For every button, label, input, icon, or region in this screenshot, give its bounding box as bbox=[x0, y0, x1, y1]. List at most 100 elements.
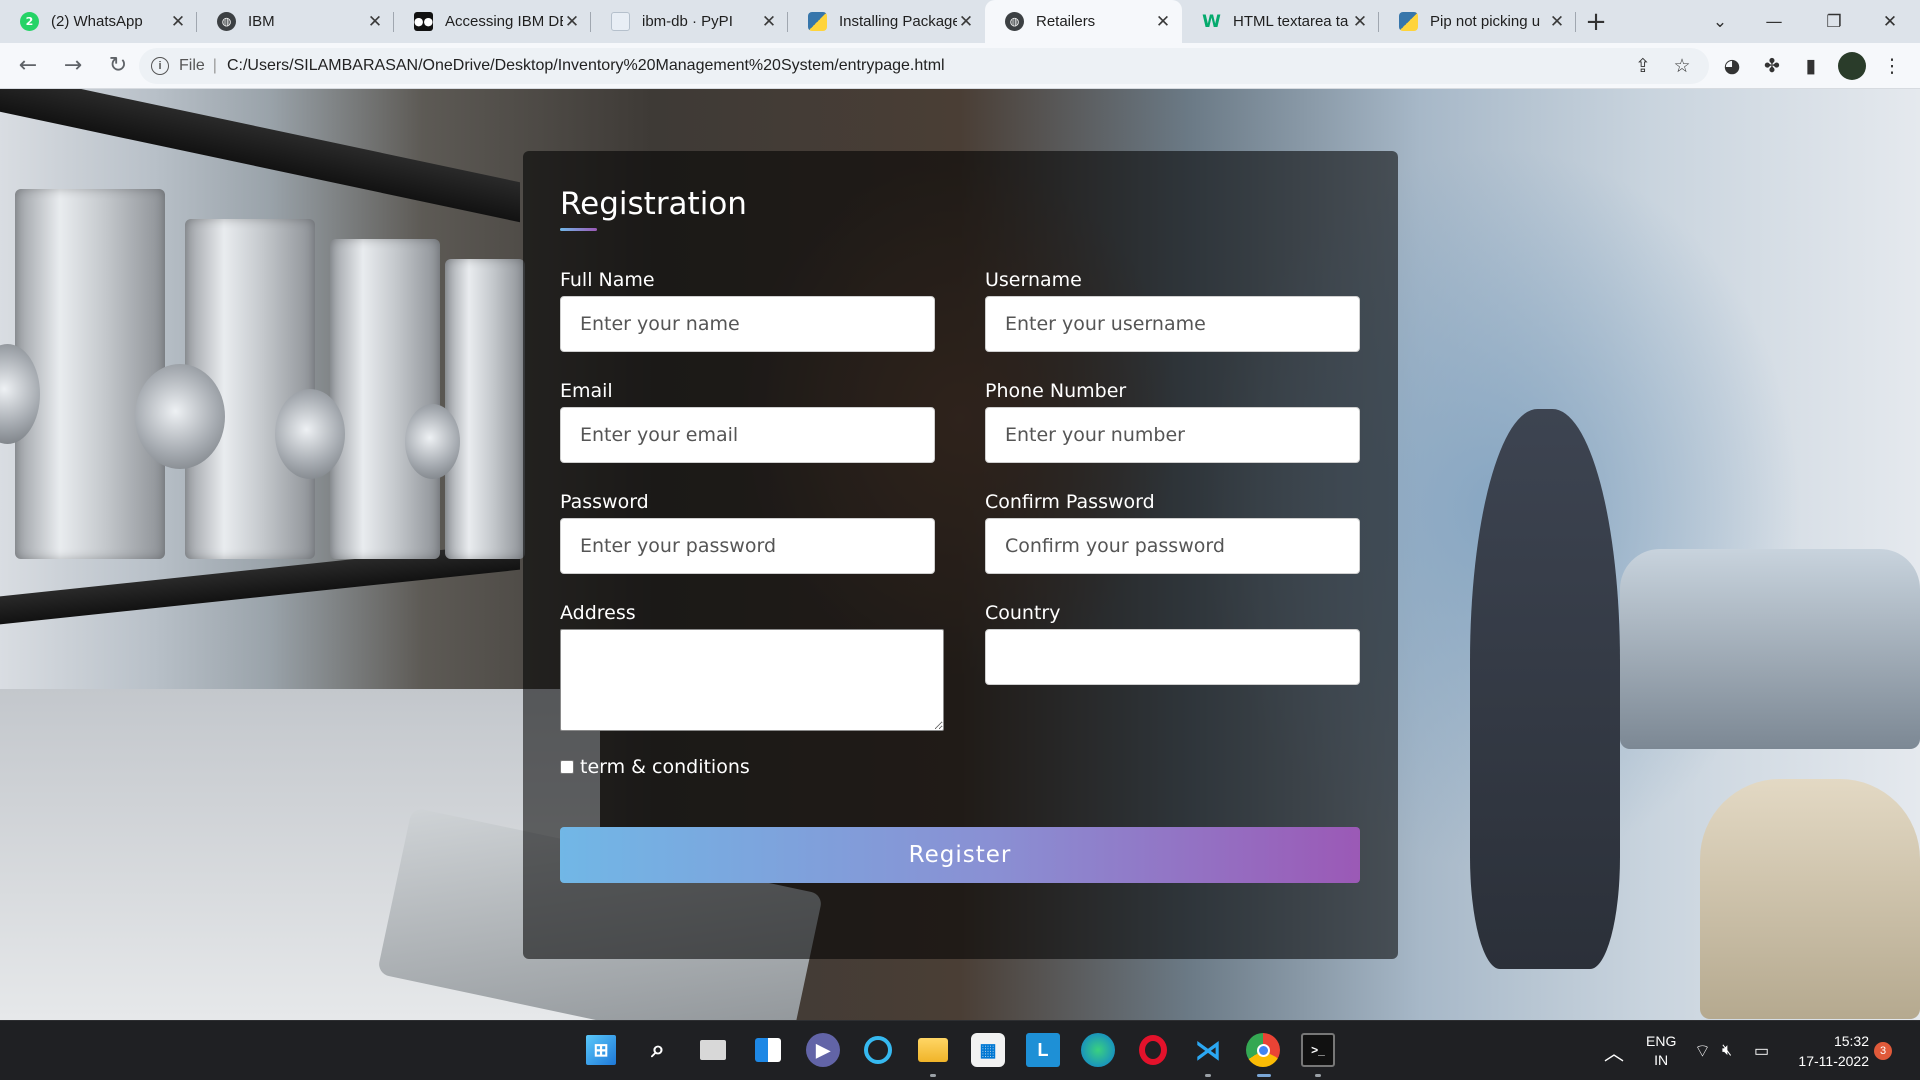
running-indicator bbox=[930, 1074, 936, 1077]
python-icon bbox=[808, 12, 827, 31]
running-indicator bbox=[1257, 1074, 1271, 1077]
browser-tab-strip: 2 (2) WhatsApp ✕ ◍ IBM ✕ ●● Accessing IB… bbox=[0, 0, 1920, 43]
terms-checkbox[interactable] bbox=[560, 760, 574, 774]
teams-chat-icon[interactable]: ▶ bbox=[806, 1033, 840, 1067]
tab-separator bbox=[1575, 12, 1576, 32]
medium-icon: ●● bbox=[414, 12, 433, 31]
windows-start-icon[interactable]: ⊞ bbox=[586, 1035, 616, 1065]
username-input[interactable] bbox=[985, 296, 1360, 352]
phone-number-input[interactable] bbox=[985, 407, 1360, 463]
close-tab-icon[interactable]: ✕ bbox=[957, 12, 975, 32]
info-icon[interactable]: i bbox=[151, 57, 169, 75]
clock[interactable]: 15:32 17-11-2022 bbox=[1793, 1021, 1869, 1080]
close-tab-icon[interactable]: ✕ bbox=[1351, 12, 1369, 32]
url-text[interactable]: C:/Users/SILAMBARASAN/OneDrive/Desktop/I… bbox=[227, 57, 945, 75]
bookmark-star-icon[interactable]: ☆ bbox=[1668, 52, 1696, 80]
tab-html-textarea[interactable]: W HTML textarea ta ✕ bbox=[1182, 0, 1379, 43]
tea-tin bbox=[445, 259, 525, 559]
globe-icon: ◍ bbox=[217, 12, 236, 31]
confirm-password-label: Confirm Password bbox=[985, 491, 1155, 513]
tab-installing-packages[interactable]: Installing Package ✕ bbox=[788, 0, 985, 43]
password-input[interactable] bbox=[560, 518, 935, 574]
notification-badge[interactable]: 3 bbox=[1874, 1021, 1892, 1080]
tin-lid bbox=[275, 389, 345, 479]
lightshot-icon[interactable]: L bbox=[1026, 1033, 1060, 1067]
address-divider: | bbox=[212, 57, 217, 74]
registration-title: Registration bbox=[560, 186, 747, 222]
side-panel-icon[interactable]: ▮ bbox=[1797, 52, 1825, 80]
country-input[interactable] bbox=[985, 629, 1360, 685]
close-tab-icon[interactable]: ✕ bbox=[366, 12, 384, 32]
running-indicator bbox=[1315, 1074, 1321, 1077]
full-name-label: Full Name bbox=[560, 269, 655, 291]
tab-whatsapp[interactable]: 2 (2) WhatsApp ✕ bbox=[0, 0, 197, 43]
terms-label: term & conditions bbox=[580, 756, 750, 778]
tab-accessing-ibm[interactable]: ●● Accessing IBM DE ✕ bbox=[394, 0, 591, 43]
whatsapp-icon: 2 bbox=[20, 12, 39, 31]
tab-pip-not-picking[interactable]: Pip not picking u ✕ bbox=[1379, 0, 1576, 43]
wifi-icon[interactable]: ⌔ bbox=[1694, 1021, 1711, 1080]
tab-search-chevron-icon[interactable]: ⌄ bbox=[1690, 0, 1750, 43]
back-button[interactable]: ← bbox=[8, 46, 48, 86]
confirm-password-input[interactable] bbox=[985, 518, 1360, 574]
globe-icon: ◍ bbox=[1005, 12, 1024, 31]
close-tab-icon[interactable]: ✕ bbox=[169, 12, 187, 32]
chrome-icon[interactable] bbox=[1246, 1033, 1280, 1067]
opera-icon[interactable] bbox=[1136, 1033, 1170, 1067]
registration-card: Registration Full Name Username Email Ph… bbox=[523, 151, 1398, 959]
address-bar[interactable]: i File | C:/Users/SILAMBARASAN/OneDrive/… bbox=[139, 48, 1709, 84]
close-tab-icon[interactable]: ✕ bbox=[563, 12, 581, 32]
extensions-puzzle-icon[interactable]: ✤ bbox=[1758, 52, 1786, 80]
close-window-button[interactable]: ✕ bbox=[1860, 0, 1920, 43]
close-tab-icon[interactable]: ✕ bbox=[1548, 12, 1566, 32]
minimize-button[interactable]: — bbox=[1744, 0, 1804, 43]
clock-date: 17-11-2022 bbox=[1798, 1053, 1869, 1069]
terms-row: term & conditions bbox=[560, 756, 750, 778]
close-tab-icon[interactable]: ✕ bbox=[760, 12, 778, 32]
password-label: Password bbox=[560, 491, 649, 513]
show-hidden-icons-chevron[interactable]: ︿ bbox=[1604, 1021, 1624, 1080]
address-textarea[interactable] bbox=[560, 629, 944, 731]
running-indicator bbox=[1205, 1074, 1211, 1077]
edge-icon[interactable] bbox=[1081, 1033, 1115, 1067]
battery-icon[interactable]: ▭ bbox=[1754, 1021, 1769, 1080]
vscode-icon[interactable]: ⋊ bbox=[1191, 1033, 1225, 1067]
full-name-input[interactable] bbox=[560, 296, 935, 352]
microsoft-store-icon[interactable]: ▦ bbox=[971, 1033, 1005, 1067]
tab-ibm[interactable]: ◍ IBM ✕ bbox=[197, 0, 394, 43]
share-icon[interactable]: ⇪ bbox=[1629, 52, 1657, 80]
menu-kebab-icon[interactable]: ⋮ bbox=[1878, 52, 1906, 80]
tab-title: Retailers bbox=[1036, 13, 1096, 30]
file-explorer-icon[interactable] bbox=[916, 1033, 950, 1067]
title-underline bbox=[560, 228, 597, 231]
tab-retailers[interactable]: ◍ Retailers ✕ bbox=[985, 0, 1182, 43]
reload-button[interactable]: ↻ bbox=[98, 46, 138, 86]
register-button[interactable]: Register bbox=[560, 827, 1360, 883]
extension-panda-icon[interactable]: ◕ bbox=[1718, 52, 1746, 80]
background-person bbox=[1470, 409, 1620, 969]
language-bottom: IN bbox=[1654, 1052, 1669, 1068]
search-icon[interactable]: ⌕ bbox=[641, 1033, 675, 1067]
task-view-icon[interactable] bbox=[696, 1033, 730, 1067]
tin-lid bbox=[405, 404, 460, 479]
speaker-muted-icon[interactable]: 🔇︎ bbox=[1722, 1021, 1732, 1080]
tab-title: (2) WhatsApp bbox=[51, 13, 143, 30]
widgets-icon[interactable] bbox=[751, 1033, 785, 1067]
language-top: ENG bbox=[1646, 1033, 1677, 1049]
tin-lid bbox=[135, 364, 225, 469]
terminal-icon[interactable]: >_ bbox=[1301, 1033, 1335, 1067]
cortana-icon[interactable] bbox=[861, 1033, 895, 1067]
close-tab-icon[interactable]: ✕ bbox=[1154, 12, 1172, 32]
windows-taskbar: ⊞ ⌕ ▶ ▦ L ⋊ >_ ︿ ENG IN ⌔ 🔇︎ ▭ 15:32 17-… bbox=[0, 1020, 1920, 1080]
tab-pypi[interactable]: ibm-db · PyPI ✕ bbox=[591, 0, 788, 43]
pypi-icon bbox=[611, 12, 630, 31]
language-indicator[interactable]: ENG IN bbox=[1646, 1021, 1676, 1080]
forward-button[interactable]: → bbox=[53, 46, 93, 86]
w3schools-icon: W bbox=[1202, 11, 1221, 32]
email-input[interactable] bbox=[560, 407, 935, 463]
new-tab-button[interactable]: + bbox=[1576, 0, 1616, 43]
restore-button[interactable]: ❐ bbox=[1804, 0, 1864, 43]
scheme-label: File bbox=[179, 57, 205, 74]
page-background: Registration Full Name Username Email Ph… bbox=[0, 89, 1920, 1020]
profile-avatar[interactable] bbox=[1838, 52, 1866, 80]
